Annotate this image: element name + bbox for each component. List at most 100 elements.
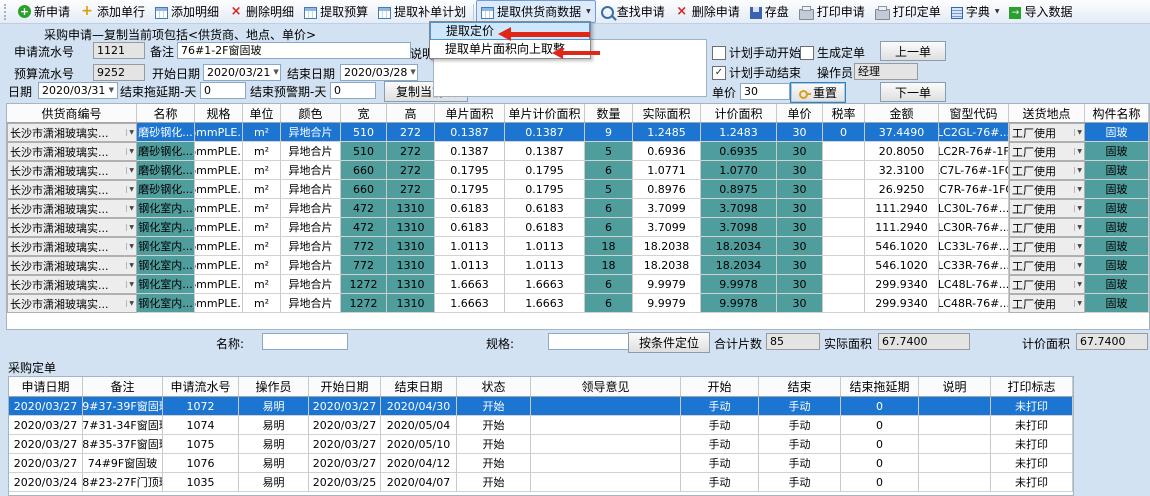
add-row-button[interactable]: + 添加单行 xyxy=(75,0,150,23)
locate-by-condition-button[interactable]: 按条件定位 xyxy=(628,332,710,353)
table-row[interactable]: 长沙市潇湘玻璃实...▼钢化室内...6mmPLE...m²异地合片127213… xyxy=(7,294,1149,313)
reset-button[interactable]: 重置 xyxy=(790,82,846,103)
column-header[interactable]: 申请流水号 xyxy=(163,377,239,396)
table-row[interactable]: 长沙市潇湘玻璃实...▼钢化室内...6mmPLE...m²异地合片472131… xyxy=(7,199,1149,218)
column-header[interactable]: 实际面积 xyxy=(633,104,701,122)
column-header[interactable]: 申请日期 xyxy=(9,377,83,396)
table-cell[interactable]: 工厂使用▼ xyxy=(1009,294,1085,313)
column-header[interactable]: 金额 xyxy=(865,104,939,122)
column-header[interactable]: 打印标志 xyxy=(991,377,1073,396)
extract-supplement-plan-button[interactable]: 提取补单计划 xyxy=(373,0,471,23)
table-row[interactable]: 2020/03/2789#37-39F窗固玻1072易明2020/03/2720… xyxy=(9,397,1073,416)
column-header[interactable]: 高 xyxy=(387,104,435,122)
table-cell[interactable]: 长沙市潇湘玻璃实...▼ xyxy=(7,161,137,180)
column-header[interactable]: 宽 xyxy=(341,104,387,122)
apply-no-field[interactable]: 1121 xyxy=(93,42,145,59)
import-data-button[interactable]: → 导入数据 xyxy=(1004,0,1077,23)
unit-price-field[interactable]: 30 xyxy=(740,83,790,100)
find-request-button[interactable]: 查找申请 xyxy=(596,0,670,23)
generate-order-checkbox[interactable] xyxy=(800,46,814,60)
table-row[interactable]: 长沙市潇湘玻璃实...▼钢化室内...6mmPLE...m²异地合片472131… xyxy=(7,218,1149,237)
cell-value: 工厂使用 xyxy=(1012,144,1056,160)
table-cell[interactable]: 工厂使用▼ xyxy=(1009,275,1085,294)
column-header[interactable]: 备注 xyxy=(83,377,163,396)
column-header[interactable]: 操作员 xyxy=(239,377,309,396)
extract-budget-button[interactable]: 提取预算 xyxy=(299,0,373,23)
table-row[interactable]: 长沙市潇湘玻璃实...▼磨砂钢化...6mmPLE...m²异地合片510272… xyxy=(7,142,1149,161)
delete-detail-button[interactable]: × 删除明细 xyxy=(224,0,299,23)
next-order-button[interactable]: 下一单 xyxy=(880,82,946,102)
column-header[interactable]: 窗型代码 xyxy=(939,104,1009,122)
new-request-button[interactable]: + 新申请 xyxy=(13,0,75,23)
column-header[interactable]: 结束日期 xyxy=(381,377,457,396)
table-cell[interactable]: 长沙市潇湘玻璃实...▼ xyxy=(7,275,137,294)
column-header[interactable]: 领导意见 xyxy=(531,377,681,396)
remark-field[interactable]: 76#1-2F窗固玻 xyxy=(177,42,411,59)
table-cell[interactable]: 长沙市潇湘玻璃实...▼ xyxy=(7,180,137,199)
column-header[interactable]: 开始日期 xyxy=(309,377,381,396)
column-header[interactable]: 数量 xyxy=(585,104,633,122)
table-cell[interactable]: 长沙市潇湘玻璃实...▼ xyxy=(7,294,137,313)
table-cell[interactable]: 工厂使用▼ xyxy=(1009,142,1085,161)
table-cell[interactable]: 长沙市潇湘玻璃实...▼ xyxy=(7,123,137,142)
column-header[interactable]: 单片计价面积 xyxy=(505,104,585,122)
print-order-button[interactable]: 打印定单 xyxy=(870,0,946,23)
start-date-picker[interactable]: 2020/03/21 ▼ xyxy=(203,64,281,81)
column-header[interactable]: 供货商编号 xyxy=(7,104,137,122)
dictionary-button[interactable]: 字典 ▼ xyxy=(946,0,1005,23)
table-cell[interactable]: 工厂使用▼ xyxy=(1009,180,1085,199)
table-cell[interactable]: 长沙市潇湘玻璃实...▼ xyxy=(7,256,137,275)
table-cell[interactable]: 工厂使用▼ xyxy=(1009,161,1085,180)
budget-no-field[interactable]: 9252 xyxy=(93,64,145,81)
table-cell[interactable]: 长沙市潇湘玻璃实...▼ xyxy=(7,237,137,256)
column-header[interactable]: 计价面积 xyxy=(701,104,777,122)
prev-order-button[interactable]: 上一单 xyxy=(880,41,946,61)
table-cell[interactable]: 长沙市潇湘玻璃实...▼ xyxy=(7,142,137,161)
delete-request-button[interactable]: × 删除申请 xyxy=(670,0,745,23)
column-header[interactable]: 说明 xyxy=(919,377,991,396)
table-cell[interactable]: 工厂使用▼ xyxy=(1009,256,1085,275)
column-header[interactable]: 结束 xyxy=(759,377,841,396)
table-row[interactable]: 2020/03/2774#9F窗固玻1076易明2020/03/272020/0… xyxy=(9,454,1073,473)
extract-supplier-data-button[interactable]: 提取供货商数据 ▼ xyxy=(476,0,596,23)
print-request-button[interactable]: 打印申请 xyxy=(794,0,870,23)
column-header[interactable]: 名称 xyxy=(137,104,195,122)
table-cell[interactable]: 长沙市潇湘玻璃实...▼ xyxy=(7,218,137,237)
manual-end-checkbox[interactable]: ✓ xyxy=(712,66,726,80)
table-row[interactable]: 2020/03/2488#23-27F门顶玻1035易明2020/03/2520… xyxy=(9,473,1073,492)
locator-spec-field[interactable] xyxy=(548,333,630,350)
table-row[interactable]: 长沙市潇湘玻璃实...▼磨砂钢化...6mmPLE...m²异地合片660272… xyxy=(7,180,1149,199)
warn-field[interactable]: 0 xyxy=(330,82,376,99)
table-cell[interactable]: 工厂使用▼ xyxy=(1009,123,1085,142)
column-header[interactable]: 构件名称 xyxy=(1085,104,1149,122)
column-header[interactable]: 单位 xyxy=(243,104,281,122)
column-header[interactable]: 状态 xyxy=(457,377,531,396)
table-row[interactable]: 2020/03/2787#31-34F窗固玻1074易明2020/03/2720… xyxy=(9,416,1073,435)
table-cell[interactable]: 工厂使用▼ xyxy=(1009,218,1085,237)
column-header[interactable]: 开始 xyxy=(681,377,759,396)
table-cell[interactable]: 长沙市潇湘玻璃实...▼ xyxy=(7,199,137,218)
table-row[interactable]: 长沙市潇湘玻璃实...▼磨砂钢化...6mmPLE...m²异地合片660272… xyxy=(7,161,1149,180)
column-header[interactable]: 单片面积 xyxy=(435,104,505,122)
date-picker[interactable]: 2020/03/31 ▼ xyxy=(38,82,118,99)
save-button[interactable]: 存盘 xyxy=(745,0,794,23)
table-cell[interactable]: 工厂使用▼ xyxy=(1009,199,1085,218)
delay-field[interactable]: 0 xyxy=(200,82,246,99)
table-row[interactable]: 长沙市潇湘玻璃实...▼钢化室内...6mmPLE...m²异地合片772131… xyxy=(7,237,1149,256)
table-row[interactable]: 2020/03/2788#35-37F窗固玻1075易明2020/03/2720… xyxy=(9,435,1073,454)
table-row[interactable]: 长沙市潇湘玻璃实...▼磨砂钢化...6mmPLE...m²异地合片510272… xyxy=(7,123,1149,142)
column-header[interactable]: 税率 xyxy=(823,104,865,122)
column-header[interactable]: 颜色 xyxy=(281,104,341,122)
manual-start-checkbox[interactable] xyxy=(712,46,726,60)
locator-name-field[interactable] xyxy=(262,333,348,350)
add-detail-button[interactable]: 添加明细 xyxy=(150,0,224,23)
column-header[interactable]: 单价 xyxy=(777,104,823,122)
column-header[interactable]: 结束拖延期 xyxy=(841,377,919,396)
end-date-picker[interactable]: 2020/03/28 ▼ xyxy=(340,64,418,81)
column-header[interactable]: 送货地点 xyxy=(1009,104,1085,122)
table-row[interactable]: 长沙市潇湘玻璃实...▼钢化室内...6mmPLE...m²异地合片127213… xyxy=(7,275,1149,294)
table-row[interactable]: 长沙市潇湘玻璃实...▼钢化室内...6mmPLE...m²异地合片772131… xyxy=(7,256,1149,275)
operator-field[interactable]: 经理 xyxy=(854,63,918,80)
table-cell[interactable]: 工厂使用▼ xyxy=(1009,237,1085,256)
column-header[interactable]: 规格 xyxy=(195,104,243,122)
